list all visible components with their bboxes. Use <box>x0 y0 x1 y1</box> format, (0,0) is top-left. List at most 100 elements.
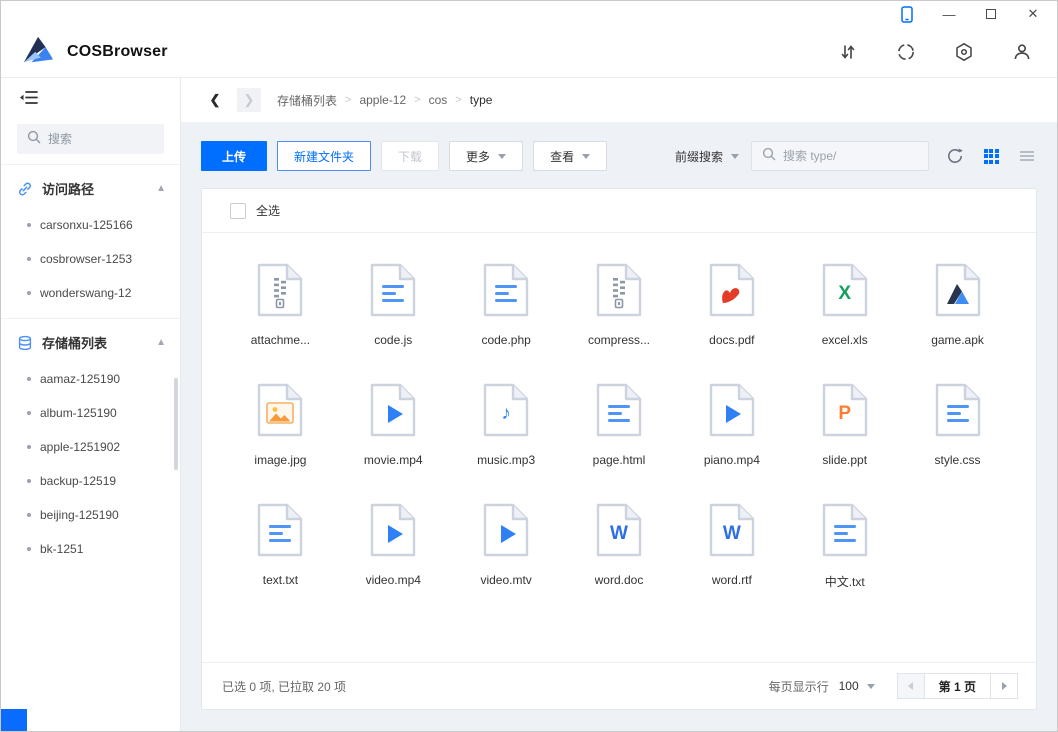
sidebar-search-input[interactable] <box>48 132 154 146</box>
file-panel: 全选 attachme... code.jscode.phpcompress...… <box>201 188 1037 710</box>
file-item[interactable]: Wword.rtf <box>675 503 788 590</box>
file-item[interactable]: piano.mp4 <box>675 383 788 467</box>
app-header: COSBrowser <box>1 27 1057 78</box>
per-page-label: 每页显示行 <box>769 678 829 695</box>
grid-view-icon[interactable] <box>981 146 1001 166</box>
breadcrumb-item[interactable]: type <box>470 93 493 107</box>
view-label: 查看 <box>550 148 574 165</box>
bullet-icon <box>27 257 31 261</box>
app-title: COSBrowser <box>67 43 168 61</box>
pdf-file-icon <box>709 263 755 317</box>
user-icon[interactable] <box>1011 41 1033 63</box>
sidebar-item[interactable]: album-125190 <box>1 396 180 430</box>
file-item[interactable]: video.mtv <box>450 503 563 590</box>
sidebar-item[interactable]: backup-12519 <box>1 464 180 498</box>
sidebar-item[interactable]: apple-1251902 <box>1 430 180 464</box>
next-page-button[interactable] <box>990 673 1018 699</box>
sync-icon[interactable] <box>895 41 917 63</box>
sidebar-item[interactable]: aamaz-125190 <box>1 362 180 396</box>
file-item[interactable]: movie.mp4 <box>337 383 450 467</box>
sidebar-item[interactable]: bk-1251 <box>1 532 180 566</box>
file-item[interactable]: docs.pdf <box>675 263 788 347</box>
link-icon <box>17 181 33 197</box>
file-item[interactable]: page.html <box>563 383 676 467</box>
file-item[interactable]: code.php <box>450 263 563 347</box>
file-name: page.html <box>593 453 646 467</box>
file-item[interactable]: image.jpg <box>224 383 337 467</box>
sidebar-section-header[interactable]: 存储桶列表▲ <box>1 323 180 362</box>
titlebar: — ✕ <box>1 1 1057 27</box>
more-dropdown[interactable]: 更多 <box>449 141 523 171</box>
file-name: image.jpg <box>254 453 306 467</box>
bullet-icon <box>27 479 31 483</box>
sidebar-section-label: 存储桶列表 <box>42 333 156 352</box>
bottom-left-button[interactable] <box>1 709 27 731</box>
sidebar-collapse-button[interactable] <box>1 78 180 116</box>
sidebar-item[interactable]: wonderswang-12 <box>1 276 180 310</box>
sidebar-item-label: wonderswang-12 <box>40 286 131 300</box>
sidebar-section-label: 访问路径 <box>42 179 156 198</box>
maximize-button[interactable] <box>983 6 999 22</box>
doc-file-icon: W <box>596 503 642 557</box>
file-item[interactable]: Pslide.ppt <box>788 383 901 467</box>
file-item[interactable]: Xexcel.xls <box>788 263 901 347</box>
view-dropdown[interactable]: 查看 <box>533 141 607 171</box>
ppt-file-icon: P <box>822 383 868 437</box>
file-item[interactable]: Wword.doc <box>563 503 676 590</box>
sidebar-item[interactable]: carsonxu-125166 <box>1 208 180 242</box>
breadcrumb-item[interactable]: apple-12 <box>359 93 406 107</box>
breadcrumb-bar: ❮ ❯ 存储桶列表>apple-12>cos>type <box>181 78 1057 122</box>
more-label: 更多 <box>466 148 490 165</box>
content-area: 上传 新建文件夹 下载 更多 查看 前缀搜索 <box>181 122 1057 732</box>
file-item[interactable]: style.css <box>901 383 1014 467</box>
file-name: movie.mp4 <box>364 453 423 467</box>
file-search-input[interactable] <box>783 149 918 163</box>
prev-page-button[interactable] <box>897 673 925 699</box>
file-item[interactable]: video.mp4 <box>337 503 450 590</box>
close-button[interactable]: ✕ <box>1025 6 1041 22</box>
file-item[interactable]: code.js <box>337 263 450 347</box>
bullet-icon <box>27 411 31 415</box>
select-all-checkbox[interactable] <box>230 203 246 219</box>
doc-file-icon: W <box>709 503 755 557</box>
selection-summary: 已选 0 项, 已拉取 20 项 <box>222 678 346 695</box>
chevron-up-icon[interactable]: ▲ <box>156 337 166 348</box>
sidebar-item[interactable]: beijing-125190 <box>1 498 180 532</box>
minimize-button[interactable]: — <box>941 6 957 22</box>
per-page-dropdown[interactable]: 100 <box>839 679 875 693</box>
sidebar-item[interactable]: cosbrowser-1253 <box>1 242 180 276</box>
chevron-up-icon[interactable]: ▲ <box>156 183 166 194</box>
upload-button[interactable]: 上传 <box>201 141 267 171</box>
file-item[interactable]: 中文.txt <box>788 503 901 590</box>
prefix-search-dropdown[interactable]: 前缀搜索 <box>675 148 739 165</box>
file-name: attachme... <box>251 333 310 347</box>
settings-icon[interactable] <box>953 41 975 63</box>
download-button[interactable]: 下载 <box>381 141 439 171</box>
file-item[interactable]: text.txt <box>224 503 337 590</box>
sidebar-section: 存储桶列表▲aamaz-125190album-125190apple-1251… <box>1 318 180 566</box>
forward-button[interactable]: ❯ <box>237 88 261 112</box>
sidebar-scrollbar[interactable] <box>174 378 178 470</box>
file-item[interactable]: compress... <box>563 263 676 347</box>
file-item[interactable]: game.apk <box>901 263 1014 347</box>
back-button[interactable]: ❮ <box>203 88 227 112</box>
maximize-icon <box>986 9 996 19</box>
sidebar-item-label: carsonxu-125166 <box>40 218 133 232</box>
list-view-icon[interactable] <box>1017 146 1037 166</box>
new-folder-button[interactable]: 新建文件夹 <box>277 141 371 171</box>
chevron-down-icon <box>731 154 739 159</box>
file-search[interactable] <box>751 141 929 171</box>
search-icon <box>762 147 776 166</box>
select-all-row: 全选 <box>202 189 1036 233</box>
sidebar-search[interactable] <box>17 124 164 154</box>
mobile-app-icon[interactable] <box>899 6 915 22</box>
file-item[interactable]: ♪music.mp3 <box>450 383 563 467</box>
sidebar-item-label: bk-1251 <box>40 542 83 556</box>
bullet-icon <box>27 513 31 517</box>
breadcrumb-item[interactable]: cos <box>429 93 448 107</box>
file-item[interactable]: attachme... <box>224 263 337 347</box>
transfer-list-icon[interactable] <box>837 41 859 63</box>
refresh-icon[interactable] <box>945 146 965 166</box>
sidebar-section-header[interactable]: 访问路径▲ <box>1 169 180 208</box>
breadcrumb-item[interactable]: 存储桶列表 <box>277 92 337 109</box>
